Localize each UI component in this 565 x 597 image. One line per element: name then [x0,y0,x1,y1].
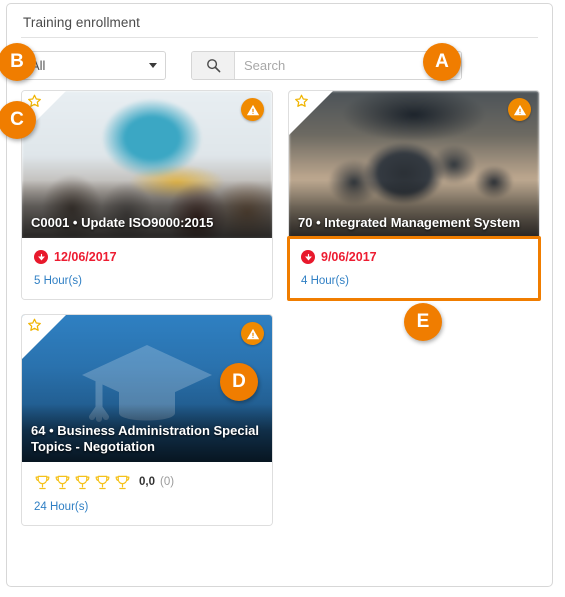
rating-count: (0) [160,476,175,488]
card-date-text: 12/06/2017 [54,250,117,264]
trophy-icon[interactable] [54,474,71,491]
highlight-rectangle [287,236,541,301]
training-card[interactable]: 64 • Business Administration Special Top… [21,314,273,526]
warning-badge[interactable] [241,322,264,345]
page-title: Training enrollment [23,15,140,30]
card-date: 12/06/2017 [34,249,260,265]
panel-header: Training enrollment [7,4,552,34]
card-footer: 0,0 (0) 24 Hour(s) [22,462,272,525]
chevron-down-icon [149,63,157,68]
rating-value: 0,0 [139,476,155,488]
training-card[interactable]: 70 • Integrated Management System 9/06/2… [287,90,541,301]
card-footer: 12/06/2017 5 Hour(s) [22,238,272,299]
card-media: 70 • Integrated Management System [289,91,539,238]
down-arrow-circle-icon [301,250,315,264]
callout-badge-a: A [423,43,461,81]
card-row: 64 • Business Administration Special Top… [21,314,552,526]
card-title: 70 • Integrated Management System [298,215,521,230]
warning-badge[interactable] [508,98,531,121]
down-arrow-circle-icon [34,250,48,264]
card-date: 9/06/2017 [301,249,527,265]
card-footer: 9/06/2017 4 Hour(s) [287,236,541,301]
callout-badge-e: E [404,303,442,341]
callout-badge-d: D [220,363,258,401]
trophy-icon[interactable] [74,474,91,491]
search-button[interactable] [192,51,235,79]
card-hours[interactable]: 4 Hour(s) [301,275,527,287]
cards-grid: C0001 • Update ISO9000:2015 12/06/2017 5… [7,82,552,526]
warning-badge[interactable] [241,98,264,121]
star-icon[interactable] [294,94,309,109]
card-row: C0001 • Update ISO9000:2015 12/06/2017 5… [21,90,552,301]
search-icon [206,58,220,72]
trophy-icon[interactable] [34,474,51,491]
training-card[interactable]: C0001 • Update ISO9000:2015 12/06/2017 5… [21,90,273,300]
card-hours[interactable]: 24 Hour(s) [34,501,260,513]
card-date-text: 9/06/2017 [321,250,377,264]
warning-icon [246,328,259,339]
rating-row[interactable]: 0,0 (0) [34,473,260,491]
filter-select[interactable]: All [21,50,166,80]
card-media: C0001 • Update ISO9000:2015 [22,91,272,238]
star-icon[interactable] [27,318,42,333]
training-enrollment-panel: Training enrollment All Search C0001 • U… [6,3,553,587]
card-title: 64 • Business Administration Special Top… [31,423,260,454]
card-hours[interactable]: 5 Hour(s) [34,275,260,287]
trophy-icon[interactable] [114,474,131,491]
search-group [191,50,462,80]
warning-icon [513,104,526,115]
trophy-icon[interactable] [94,474,111,491]
card-title: C0001 • Update ISO9000:2015 [31,215,214,230]
warning-icon [246,104,259,115]
toolbar: All [7,38,552,82]
